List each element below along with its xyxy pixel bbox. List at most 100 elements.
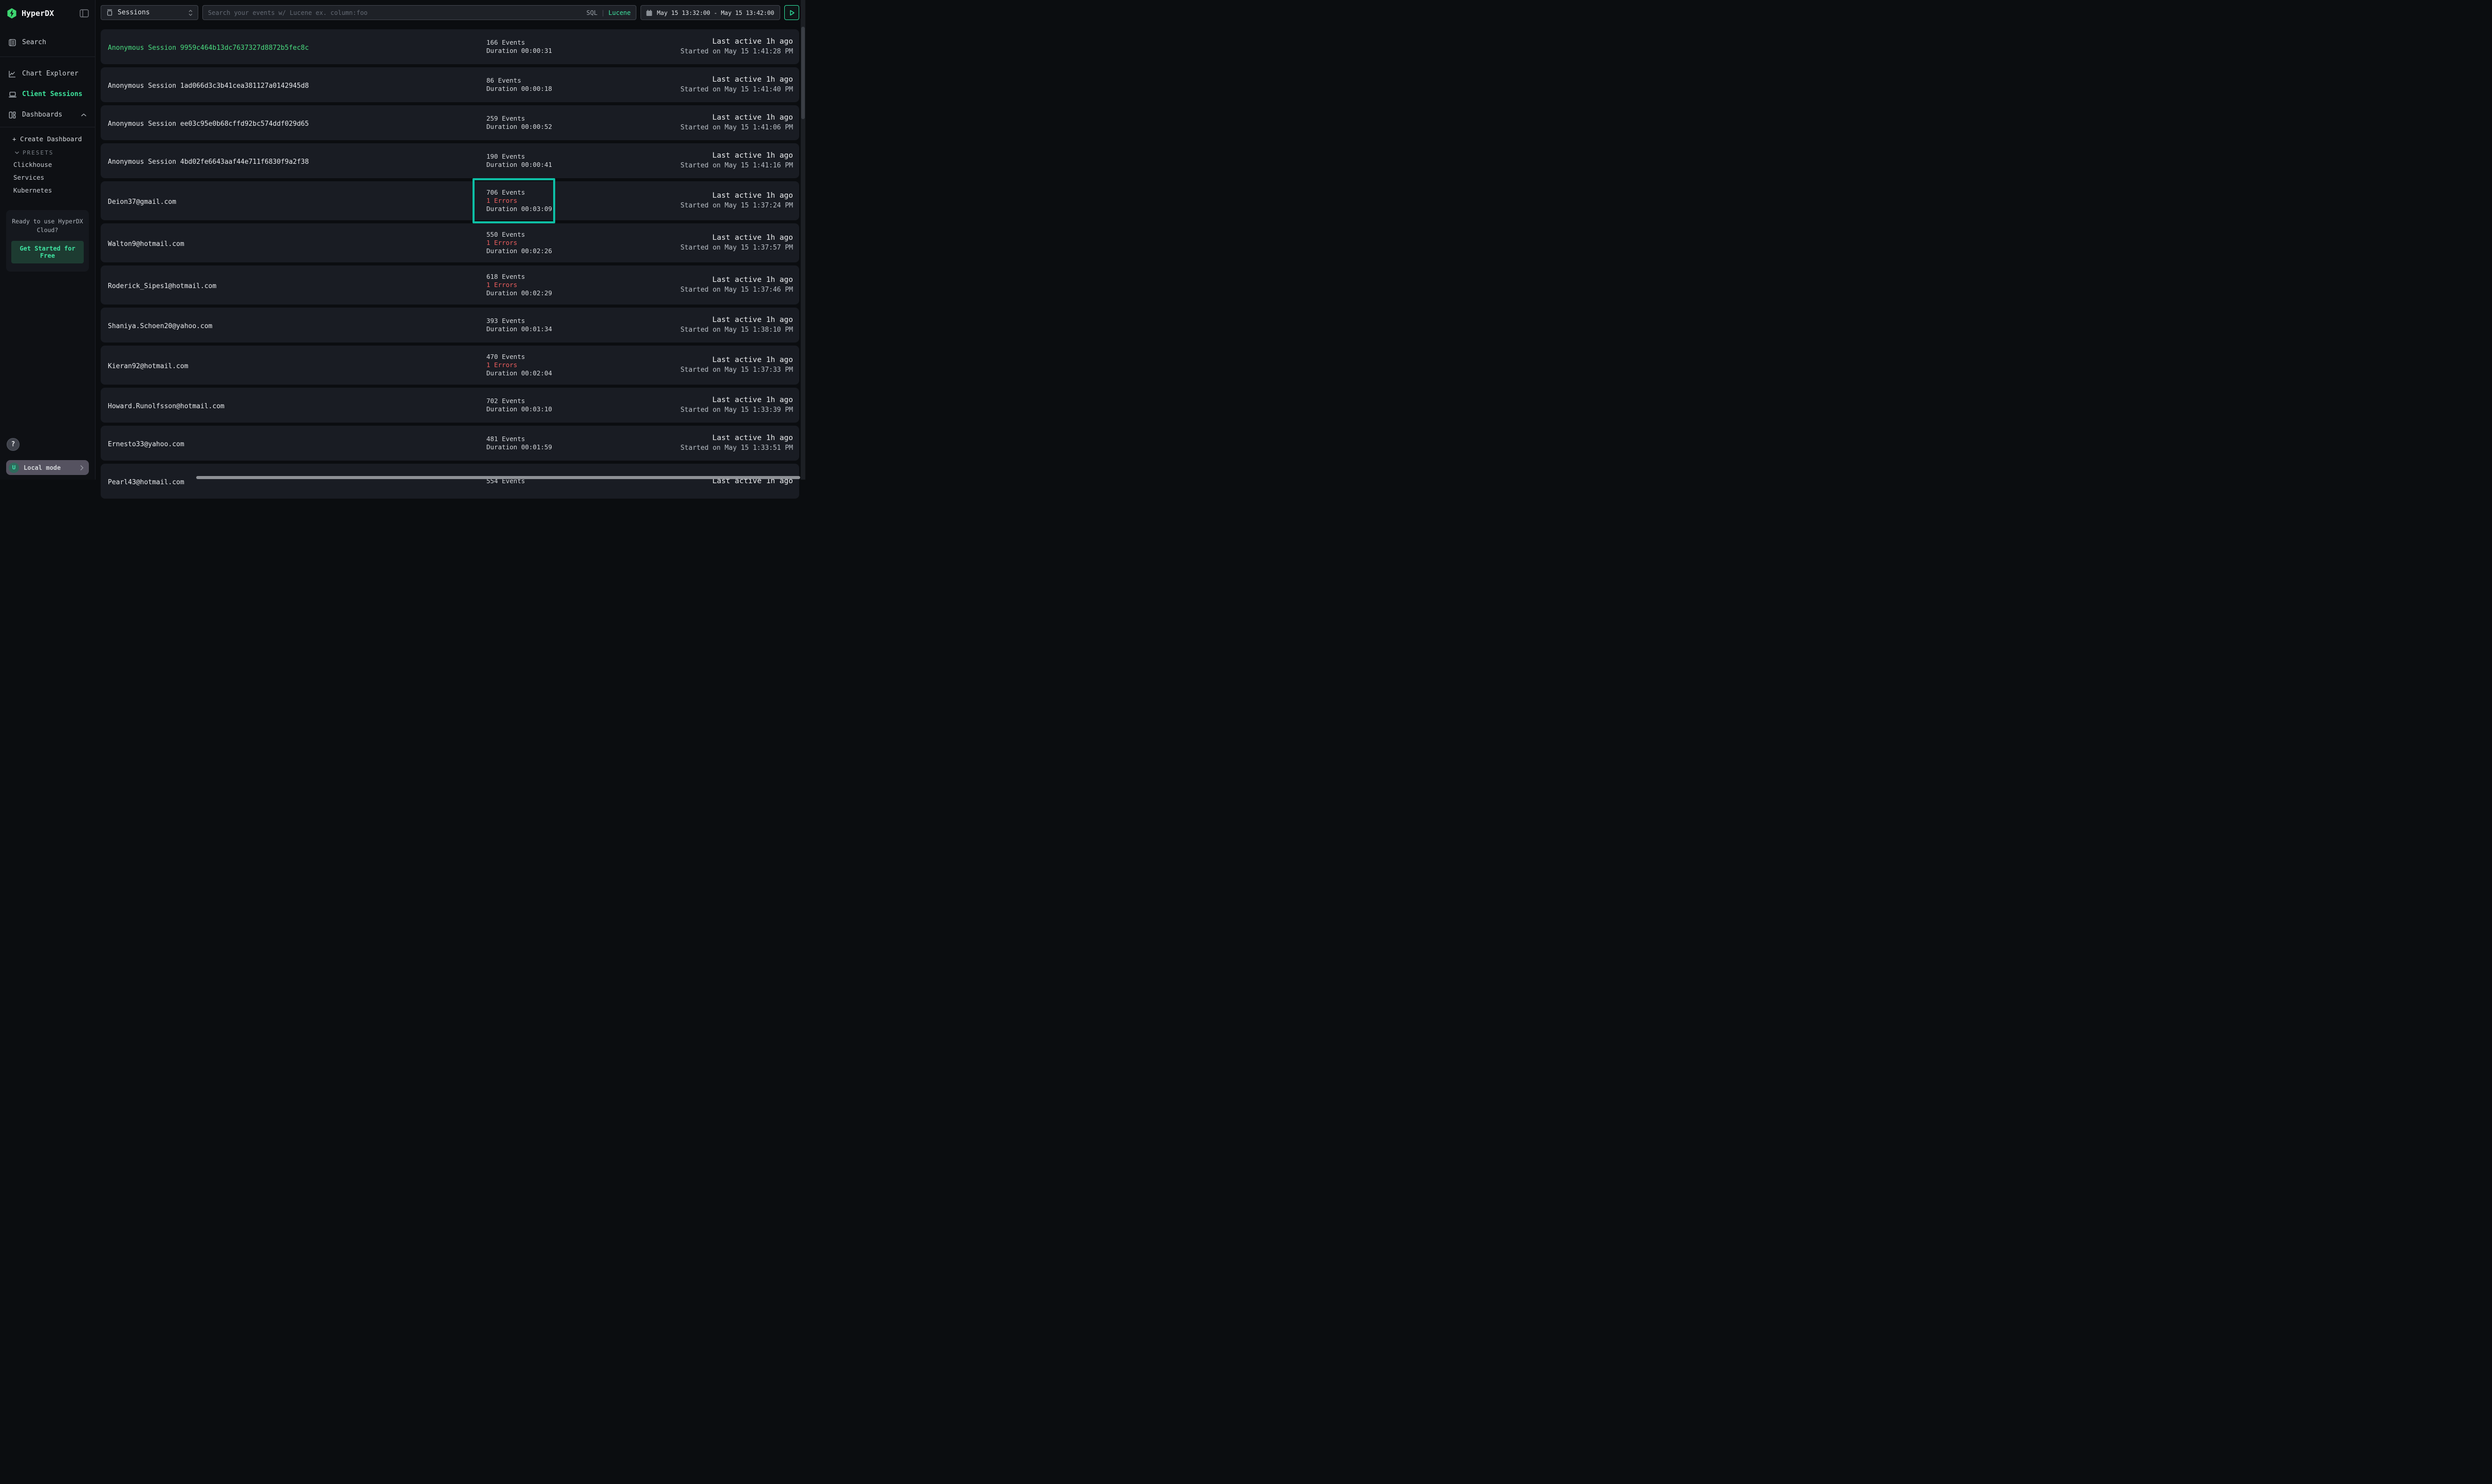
session-events: 702 Events: [486, 397, 624, 405]
session-name-column: Ernesto33@yahoo.com: [108, 439, 486, 448]
session-name-column: Walton9@hotmail.com: [108, 238, 486, 248]
vertical-scrollbar[interactable]: [801, 0, 805, 480]
session-row[interactable]: Walton9@hotmail.com 550 Events 1 Errors …: [101, 223, 799, 262]
dashboards-subsection: + Create Dashboard PRESETS Clickhouse Se…: [0, 127, 95, 197]
date-range-picker[interactable]: May 15 13:32:00 - May 15 13:42:00: [640, 5, 780, 20]
sidebar-bottom: ? U Local mode: [0, 438, 95, 480]
vertical-scrollbar-thumb[interactable]: [801, 27, 805, 119]
preset-item-clickhouse[interactable]: Clickhouse: [12, 158, 90, 171]
session-row[interactable]: Anonymous Session 4bd02fe6643aaf44e711f6…: [101, 143, 799, 178]
session-row[interactable]: Deion37@gmail.com 706 Events 1 Errors Du…: [101, 181, 799, 220]
session-name-column: Anonymous Session 9959c464b13dc7637327d8…: [108, 42, 486, 52]
session-name: Anonymous Session 1ad066d3c3b41cea381127…: [108, 82, 309, 90]
sidebar-item-client-sessions[interactable]: Client Sessions: [0, 86, 95, 103]
sidebar-item-chart-explorer[interactable]: Chart Explorer: [0, 65, 95, 82]
session-row[interactable]: Roderick_Sipes1@hotmail.com 618 Events 1…: [101, 265, 799, 305]
sidebar-item-label: Chart Explorer: [22, 70, 79, 78]
session-stats-column: 702 Events Duration 00:03:10: [486, 397, 624, 413]
get-started-button[interactable]: Get Started for Free: [11, 241, 84, 263]
session-events: 470 Events: [486, 353, 624, 361]
source-select[interactable]: Sessions: [101, 5, 198, 20]
session-stats-column: 259 Events Duration 00:00:52: [486, 115, 624, 131]
run-query-button[interactable]: [784, 5, 799, 20]
session-events: 259 Events: [486, 115, 624, 123]
session-name: Anonymous Session ee03c95e0b68cffd92bc57…: [108, 120, 309, 128]
session-row[interactable]: Anonymous Session 1ad066d3c3b41cea381127…: [101, 67, 799, 102]
preset-item-services[interactable]: Services: [12, 171, 90, 184]
session-row[interactable]: Ernesto33@yahoo.com 481 Events Duration …: [101, 426, 799, 461]
session-started: Started on May 15 1:38:10 PM: [624, 326, 793, 335]
date-range-value: May 15 13:32:00 - May 15 13:42:00: [657, 9, 774, 16]
session-started: Started on May 15 1:37:46 PM: [624, 286, 793, 295]
session-stats-column: 470 Events 1 Errors Duration 00:02:04: [486, 353, 624, 377]
session-time-column: Last active 1h ago Started on May 15 1:3…: [624, 233, 793, 253]
session-time-column: Last active 1h ago Started on May 15 1:4…: [624, 37, 793, 56]
presets-toggle[interactable]: PRESETS: [12, 146, 90, 158]
laptop-icon: [8, 90, 17, 99]
search-input[interactable]: [208, 9, 582, 16]
session-duration: Duration 00:00:52: [486, 123, 624, 131]
query-language-toggle: SQL | Lucene: [587, 9, 631, 16]
session-row[interactable]: Anonymous Session 9959c464b13dc7637327d8…: [101, 29, 799, 64]
session-name: Kieran92@hotmail.com: [108, 363, 188, 370]
local-mode-label: Local mode: [24, 464, 80, 471]
sidebar-nav: Search Chart Explorer: [0, 33, 95, 197]
session-errors: 1 Errors: [486, 361, 624, 369]
sidebar-divider: [0, 56, 95, 57]
session-duration: Duration 00:01:59: [486, 443, 624, 451]
session-stats-column: 481 Events Duration 00:01:59: [486, 435, 624, 451]
session-name: Anonymous Session 4bd02fe6643aaf44e711f6…: [108, 158, 309, 166]
sidebar-item-dashboards[interactable]: Dashboards: [0, 106, 95, 123]
session-last-active: Last active 1h ago: [624, 37, 793, 46]
horizontal-scrollbar[interactable]: [196, 476, 800, 479]
session-time-column: Last active 1h ago Started on May 15 1:3…: [624, 191, 793, 211]
sidebar: HyperDX Search: [0, 0, 96, 480]
session-name-column: Kieran92@hotmail.com: [108, 360, 486, 370]
session-events: 166 Events: [486, 39, 624, 47]
user-avatar: U: [9, 463, 19, 473]
session-last-active: Last active 1h ago: [624, 315, 793, 325]
session-row[interactable]: Kieran92@hotmail.com 470 Events 1 Errors…: [101, 346, 799, 385]
session-duration: Duration 00:01:34: [486, 325, 624, 333]
sidebar-nav-group: Chart Explorer Client Sessions: [0, 65, 95, 123]
session-row[interactable]: Howard.Runolfsson@hotmail.com 702 Events…: [101, 388, 799, 423]
session-duration: Duration 00:00:18: [486, 85, 624, 93]
sidebar-collapse-icon[interactable]: [80, 9, 89, 17]
chevron-right-icon: [80, 465, 84, 471]
session-errors: 1 Errors: [486, 197, 624, 205]
session-last-active: Last active 1h ago: [624, 275, 793, 284]
sidebar-item-search[interactable]: Search: [0, 33, 95, 51]
session-time-column: Last active 1h ago Started on May 15 1:3…: [624, 395, 793, 415]
session-row[interactable]: Shaniya.Schoen20@yahoo.com 393 Events Du…: [101, 308, 799, 343]
session-row[interactable]: Pearl43@hotmail.com 554 Events Last acti…: [101, 464, 799, 499]
session-stats-column: 550 Events 1 Errors Duration 00:02:26: [486, 231, 624, 255]
session-last-active: Last active 1h ago: [624, 113, 793, 122]
session-last-active: Last active 1h ago: [624, 191, 793, 200]
session-started: Started on May 15 1:33:51 PM: [624, 444, 793, 453]
session-events: 86 Events: [486, 77, 624, 85]
session-events: 550 Events: [486, 231, 624, 239]
hyperdx-logo-icon: [6, 8, 17, 19]
logo-row: HyperDX: [0, 0, 95, 19]
main-content: Sessions SQL | Lucene: [96, 0, 805, 480]
session-started: Started on May 15 1:41:06 PM: [624, 123, 793, 132]
session-row[interactable]: Anonymous Session ee03c95e0b68cffd92bc57…: [101, 105, 799, 140]
search-bar: SQL | Lucene: [202, 5, 636, 20]
session-name-column: Roderick_Sipes1@hotmail.com: [108, 280, 486, 290]
session-events: 706 Events: [486, 188, 624, 197]
help-button[interactable]: ?: [7, 438, 20, 451]
sql-toggle[interactable]: SQL: [587, 9, 598, 16]
session-last-active: Last active 1h ago: [624, 395, 793, 405]
dashboards-icon: [8, 110, 17, 119]
chart-icon: [8, 69, 17, 78]
create-dashboard-button[interactable]: + Create Dashboard: [12, 132, 90, 146]
local-mode-button[interactable]: U Local mode: [6, 460, 89, 475]
session-events: 393 Events: [486, 317, 624, 325]
session-last-active: Last active 1h ago: [624, 433, 793, 443]
lucene-toggle[interactable]: Lucene: [609, 9, 631, 16]
toggle-separator: |: [601, 9, 605, 16]
session-stats-column: 618 Events 1 Errors Duration 00:02:29: [486, 273, 624, 297]
session-list: Anonymous Session 9959c464b13dc7637327d8…: [101, 29, 799, 499]
play-icon: [789, 10, 795, 16]
preset-item-kubernetes[interactable]: Kubernetes: [12, 184, 90, 197]
